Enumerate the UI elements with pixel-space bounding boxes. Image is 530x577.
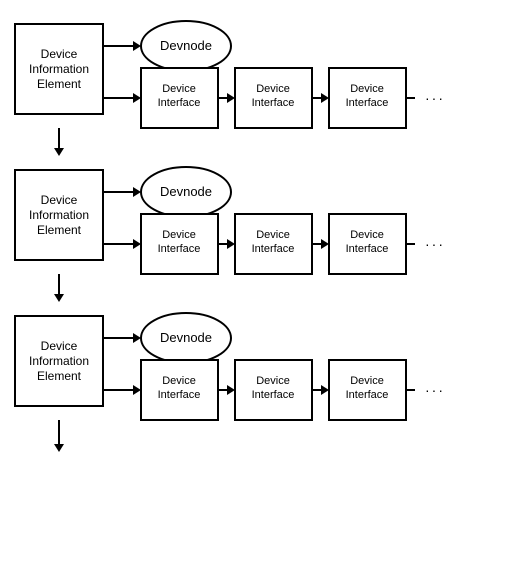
svg-text:Device: Device bbox=[162, 375, 196, 387]
svg-text:Element: Element bbox=[37, 369, 82, 383]
svg-text:···: ··· bbox=[425, 382, 445, 398]
svg-text:Interface: Interface bbox=[158, 97, 201, 109]
svg-text:Interface: Interface bbox=[346, 97, 389, 109]
svg-text:Device: Device bbox=[350, 375, 384, 387]
svg-text:···: ··· bbox=[425, 90, 445, 106]
v-connector-1 bbox=[5, 128, 105, 156]
v-tail bbox=[5, 420, 105, 452]
group-3-svg: Device Information Element Devnode Devic… bbox=[5, 302, 525, 420]
svg-text:Device: Device bbox=[41, 47, 78, 61]
svg-text:Interface: Interface bbox=[252, 389, 295, 401]
svg-text:Device: Device bbox=[256, 375, 290, 387]
group-2-svg: Device Information Element Devnode Devic… bbox=[5, 156, 525, 274]
svg-text:Device: Device bbox=[256, 83, 290, 95]
svg-text:Devnode: Devnode bbox=[160, 330, 212, 345]
group-2: Device Information Element Devnode Devic… bbox=[5, 156, 525, 302]
svg-text:Device: Device bbox=[350, 229, 384, 241]
svg-text:Devnode: Devnode bbox=[160, 38, 212, 53]
svg-text:Information: Information bbox=[29, 354, 89, 368]
svg-text:Element: Element bbox=[37, 223, 82, 237]
svg-text:Information: Information bbox=[29, 62, 89, 76]
svg-text:Interface: Interface bbox=[346, 389, 389, 401]
svg-text:Interface: Interface bbox=[158, 243, 201, 255]
svg-text:Element: Element bbox=[37, 77, 82, 91]
svg-text:···: ··· bbox=[425, 236, 445, 252]
svg-text:Device: Device bbox=[41, 339, 78, 353]
svg-text:Devnode: Devnode bbox=[160, 184, 212, 199]
svg-text:Information: Information bbox=[29, 208, 89, 222]
v-connector-2 bbox=[5, 274, 105, 302]
svg-text:Device: Device bbox=[41, 193, 78, 207]
svg-text:Device: Device bbox=[162, 83, 196, 95]
svg-text:Device: Device bbox=[256, 229, 290, 241]
svg-text:Interface: Interface bbox=[346, 243, 389, 255]
svg-text:Interface: Interface bbox=[158, 389, 201, 401]
diagram: Device Information Element Devnode Devic… bbox=[0, 0, 530, 462]
svg-text:Device: Device bbox=[162, 229, 196, 241]
svg-text:Device: Device bbox=[350, 83, 384, 95]
svg-text:Interface: Interface bbox=[252, 243, 295, 255]
group-3: Device Information Element Devnode Devic… bbox=[5, 302, 525, 452]
group-1-svg: Device Information Element Devnode Devic… bbox=[5, 10, 525, 128]
group-1: Device Information Element Devnode Devic… bbox=[5, 10, 525, 156]
svg-text:Interface: Interface bbox=[252, 97, 295, 109]
